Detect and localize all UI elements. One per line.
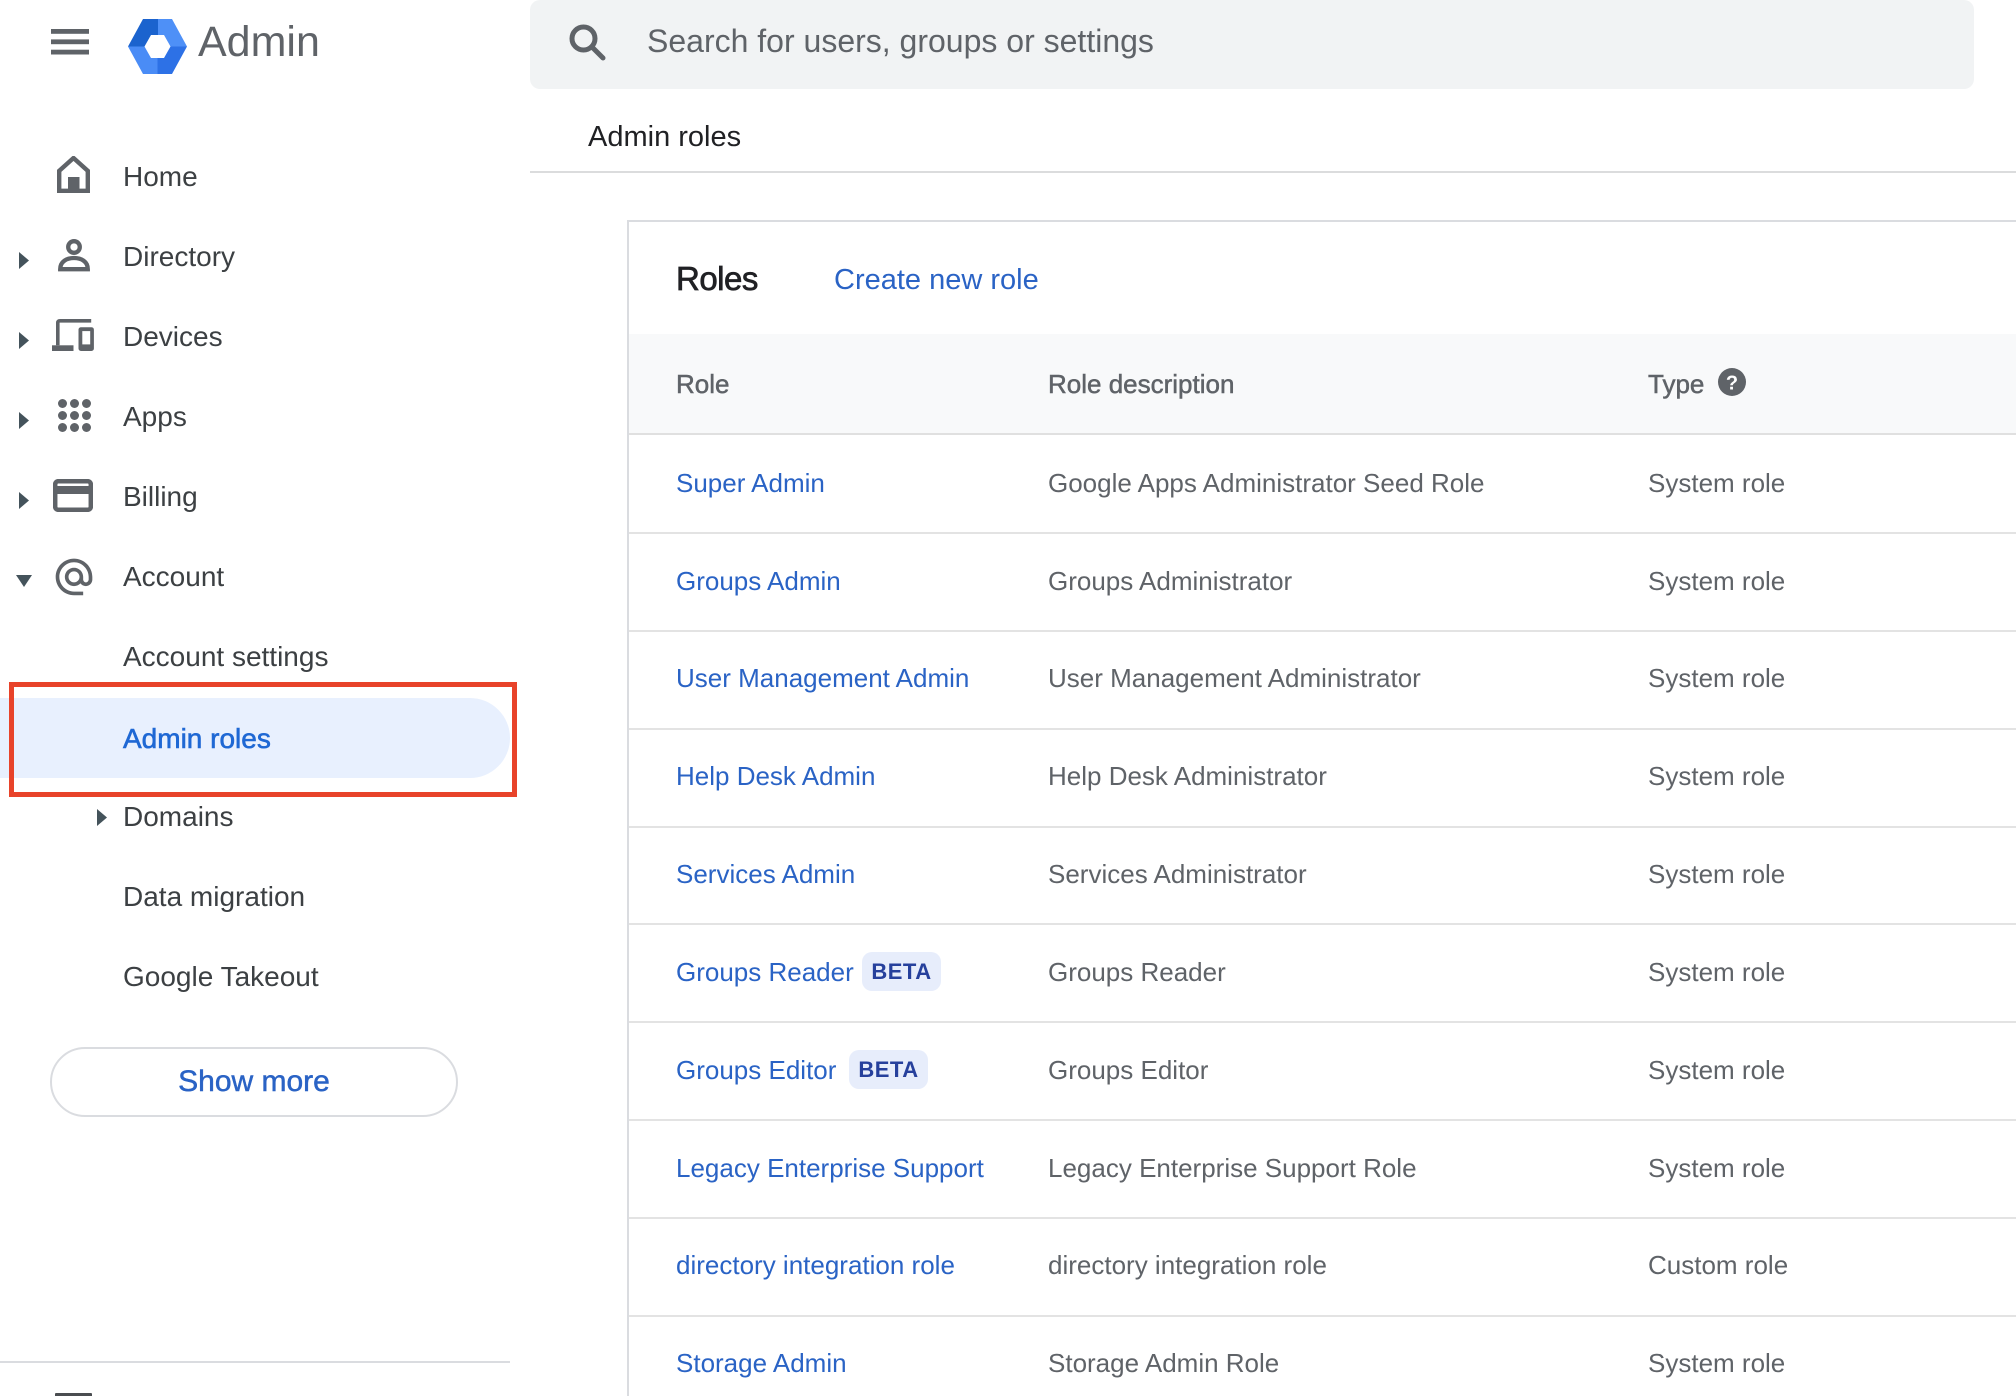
- svg-text:?: ?: [1726, 373, 1738, 395]
